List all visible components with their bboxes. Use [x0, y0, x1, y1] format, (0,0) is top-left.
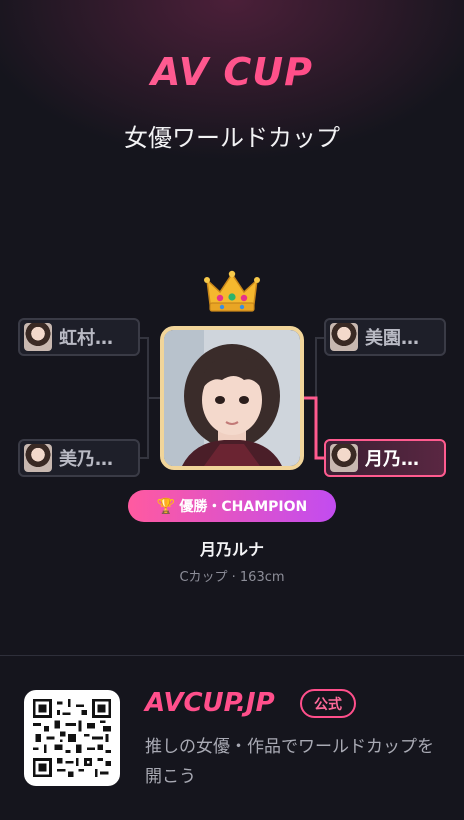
contestant-name: 月乃…	[365, 449, 419, 470]
bracket-slot-right-1[interactable]: 美園…	[324, 318, 446, 356]
official-badge: 公式	[300, 689, 356, 718]
trophy-icon: 🏆	[156, 497, 176, 515]
champion-badge: 🏆 優勝・CHAMPION	[128, 490, 336, 522]
bracket-slot-right-2-winner[interactable]: 月乃…	[324, 439, 446, 477]
champion-photo	[164, 330, 300, 466]
champion-meta: Cカップ · 163cm	[179, 570, 285, 585]
page-subtitle: 女優ワールドカップ	[124, 124, 340, 152]
contestant-avatar	[24, 444, 52, 472]
contestant-name: 虹村…	[59, 328, 113, 349]
qr-code[interactable]	[24, 690, 120, 786]
champion-portrait[interactable]	[160, 326, 304, 470]
contestant-avatar	[330, 323, 358, 351]
champion-badge-label: 優勝・CHAMPION	[179, 499, 308, 515]
bracket-slot-left-2[interactable]: 美乃…	[18, 439, 140, 477]
contestant-avatar	[24, 323, 52, 351]
contestant-name: 美園…	[365, 328, 419, 349]
champion-name: 月乃ルナ	[199, 540, 264, 559]
brand-logo: AV CUP	[0, 50, 464, 94]
site-url[interactable]: AVCUP.JP	[145, 688, 275, 718]
contestant-name: 美乃…	[59, 449, 113, 470]
bracket-slot-left-1[interactable]: 虹村…	[18, 318, 140, 356]
site-tagline: 推しの女優・作品でワールドカップを開こう	[145, 737, 434, 787]
footer-divider	[0, 655, 464, 656]
qr-code-icon	[33, 699, 111, 777]
crown-icon	[204, 270, 260, 312]
contestant-avatar	[330, 444, 358, 472]
